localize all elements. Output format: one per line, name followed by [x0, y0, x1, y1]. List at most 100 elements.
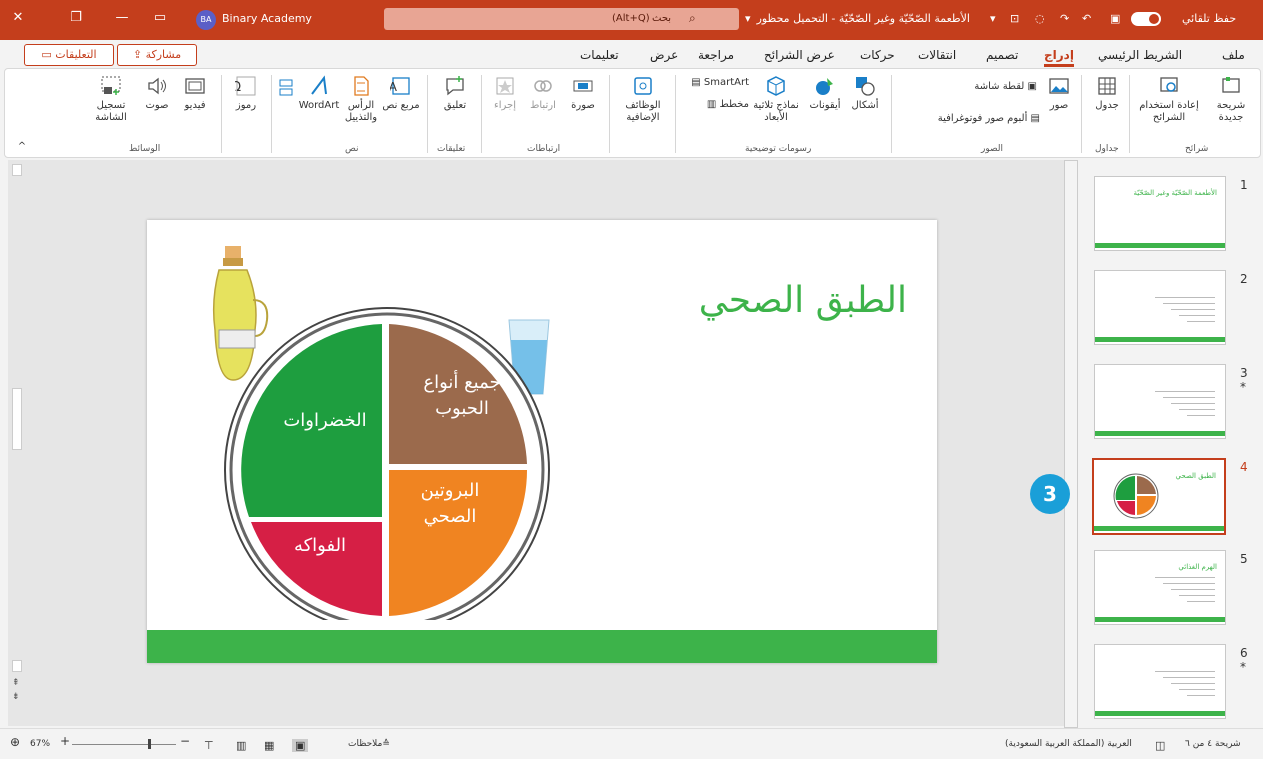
- undo-history-icon[interactable]: ◌: [1035, 12, 1045, 25]
- smartart-button[interactable]: SmartArt ▤: [683, 77, 749, 89]
- icons-button[interactable]: أيقونات: [805, 75, 845, 112]
- tab-file[interactable]: ملف: [1222, 48, 1245, 62]
- language-indicator[interactable]: العربية (المملكة العربية السعودية): [1005, 739, 1132, 749]
- account-name[interactable]: Binary Academy: [222, 12, 312, 25]
- close-icon[interactable]: ✕: [8, 10, 28, 28]
- comment-button[interactable]: تعليق: [435, 75, 475, 112]
- text-more-button[interactable]: [277, 77, 297, 102]
- link-button[interactable]: ارتباط: [525, 75, 561, 112]
- slide-thumbnail[interactable]: [1094, 270, 1226, 345]
- label-grains: جميع أنواع الحبوب: [423, 372, 501, 419]
- zoom-level[interactable]: 67%: [30, 739, 50, 749]
- zoom-slider-thumb[interactable]: [148, 739, 151, 749]
- thumbnail-text-line: [1187, 415, 1215, 416]
- reading-view-icon[interactable]: ▥: [236, 739, 246, 752]
- autosave-toggle[interactable]: [1131, 12, 1161, 26]
- redo-icon[interactable]: ↷: [1060, 12, 1069, 25]
- svg-text:Ω: Ω: [235, 80, 241, 95]
- tab-insert[interactable]: إدراج: [1044, 48, 1074, 67]
- slideshow-view-icon[interactable]: ⊤: [204, 739, 214, 752]
- next-slide-icon[interactable]: ⇟: [12, 692, 20, 702]
- thumbnail-text-line: [1163, 677, 1215, 678]
- share-button[interactable]: ⇪ مشاركة: [117, 44, 197, 66]
- thumbnail-animation-marker: *: [1240, 660, 1246, 674]
- save-icon[interactable]: ▣: [1110, 12, 1120, 25]
- doc-menu-icon[interactable]: ▾: [745, 12, 751, 25]
- pictures-button[interactable]: صور: [1041, 75, 1077, 112]
- notes-button[interactable]: ≙ملاحظات: [348, 739, 390, 749]
- tab-review[interactable]: مراجعة: [698, 48, 734, 62]
- tab-animations[interactable]: حركات: [860, 48, 895, 62]
- header-footer-button[interactable]: الرأس والتذييل: [339, 75, 383, 124]
- screenshot-button[interactable]: ▣ لقطة شاشة: [945, 81, 1037, 93]
- slide-thumbnail[interactable]: الطبق الصحي: [1092, 458, 1226, 535]
- textbox-button[interactable]: A مربع نص: [381, 75, 421, 112]
- group-links-label: ارتباطات: [527, 144, 561, 154]
- textbox-icon: A: [390, 77, 410, 95]
- search-input[interactable]: (Alt+Q) بحث ⌕: [384, 8, 739, 30]
- vertical-scrollbar-thumb[interactable]: [12, 388, 22, 450]
- slide-thumbnail[interactable]: [1094, 644, 1226, 719]
- thumbnail-text-line: [1187, 695, 1215, 696]
- photo-album-icon: ▤: [1027, 113, 1040, 124]
- present-icon[interactable]: ⊡: [1010, 12, 1019, 25]
- ribbon-display-icon[interactable]: ▭: [150, 10, 170, 28]
- omega-icon: Ω: [235, 76, 256, 96]
- scroll-up-button[interactable]: [12, 164, 22, 176]
- tab-home[interactable]: الشريط الرئيسي: [1098, 48, 1182, 62]
- restore-icon[interactable]: ❐: [66, 10, 86, 28]
- zoom-button[interactable]: صورة: [563, 75, 603, 112]
- collapse-ribbon-icon[interactable]: ^: [15, 141, 29, 153]
- screen-recording-button[interactable]: تسجيل الشاشة: [85, 75, 137, 124]
- avatar[interactable]: BA: [196, 10, 216, 30]
- tab-design[interactable]: تصميم: [986, 48, 1018, 62]
- minimize-icon[interactable]: —: [112, 10, 132, 28]
- normal-view-icon[interactable]: ▣: [292, 739, 309, 752]
- thumbnail-title: الهرم الغذائي: [1178, 563, 1217, 571]
- slide-thumbnail[interactable]: الأطعمة الصّحّيّة وغير الصّحّيّة: [1094, 176, 1226, 251]
- slide-thumbnail-pane[interactable]: الأطعمة الصّحّيّة وغير الصّحّيّة 1 2 3 * الطب…: [1064, 160, 1263, 728]
- scroll-down-button[interactable]: [12, 660, 22, 672]
- reuse-slides-button[interactable]: إعادة استخدام الشرائح: [1138, 75, 1200, 124]
- group-slides-label: شرائح: [1185, 144, 1209, 154]
- thumbnail-scrollbar[interactable]: [1064, 160, 1078, 728]
- action-button[interactable]: إجراء: [487, 75, 523, 112]
- tab-help[interactable]: تعليمات: [580, 48, 619, 62]
- addins-button[interactable]: الوظائف الإضافية: [615, 75, 671, 124]
- fit-to-window-icon[interactable]: ⊕: [10, 735, 20, 749]
- comments-button[interactable]: ▭ التعليقات: [24, 44, 114, 66]
- chart-button[interactable]: مخطط ▥: [685, 99, 749, 111]
- audio-button[interactable]: صوت: [139, 75, 175, 112]
- zoom-out-icon[interactable]: −: [180, 734, 190, 748]
- wordart-button[interactable]: WordArt: [297, 75, 341, 112]
- tab-view[interactable]: عرض: [650, 48, 678, 62]
- table-button[interactable]: جدول: [1089, 75, 1125, 112]
- tab-transitions[interactable]: انتقالات: [918, 48, 956, 62]
- customize-qat-icon[interactable]: ▾: [990, 12, 996, 25]
- slide-thumbnail[interactable]: الهرم الغذائي: [1094, 550, 1226, 625]
- tab-slideshow[interactable]: عرض الشرائح: [764, 48, 835, 62]
- slide-sorter-icon[interactable]: ▦: [264, 739, 274, 752]
- thumbnail-number: 5: [1240, 552, 1248, 566]
- zoom-slider[interactable]: [72, 744, 176, 745]
- search-icon: ⌕: [689, 11, 696, 25]
- symbols-button[interactable]: Ω رموز: [229, 75, 263, 112]
- group-media-label: الوسائط: [129, 144, 161, 154]
- undo-icon[interactable]: ↶: [1082, 12, 1091, 25]
- slide-title[interactable]: الطبق الصحي: [667, 280, 907, 321]
- prev-slide-icon[interactable]: ⇞: [12, 678, 20, 688]
- zoom-in-icon[interactable]: +: [60, 734, 70, 748]
- thumbnail-title: الطبق الصحي: [1175, 472, 1217, 480]
- separator: [891, 75, 892, 153]
- shapes-button[interactable]: أشكال: [843, 75, 887, 112]
- thumbnail-text-line: [1179, 409, 1215, 410]
- slide-thumbnail[interactable]: [1094, 364, 1226, 439]
- accessibility-icon[interactable]: ◫: [1155, 739, 1165, 752]
- video-button[interactable]: فيديو: [177, 75, 213, 112]
- photo-album-button[interactable]: ▤ ألبوم صور فوتوغرافية: [900, 113, 1040, 125]
- label-fruits: الفواكه: [293, 535, 347, 556]
- comment-icon: ▭: [41, 48, 56, 61]
- slide-canvas[interactable]: الطبق الصحي الخضراوات الفواكه جميع أنواع…: [147, 220, 937, 663]
- 3d-models-button[interactable]: نماذج ثلاثية الأبعاد: [747, 75, 805, 124]
- new-slide-button[interactable]: شريحة جديدة: [1207, 75, 1255, 124]
